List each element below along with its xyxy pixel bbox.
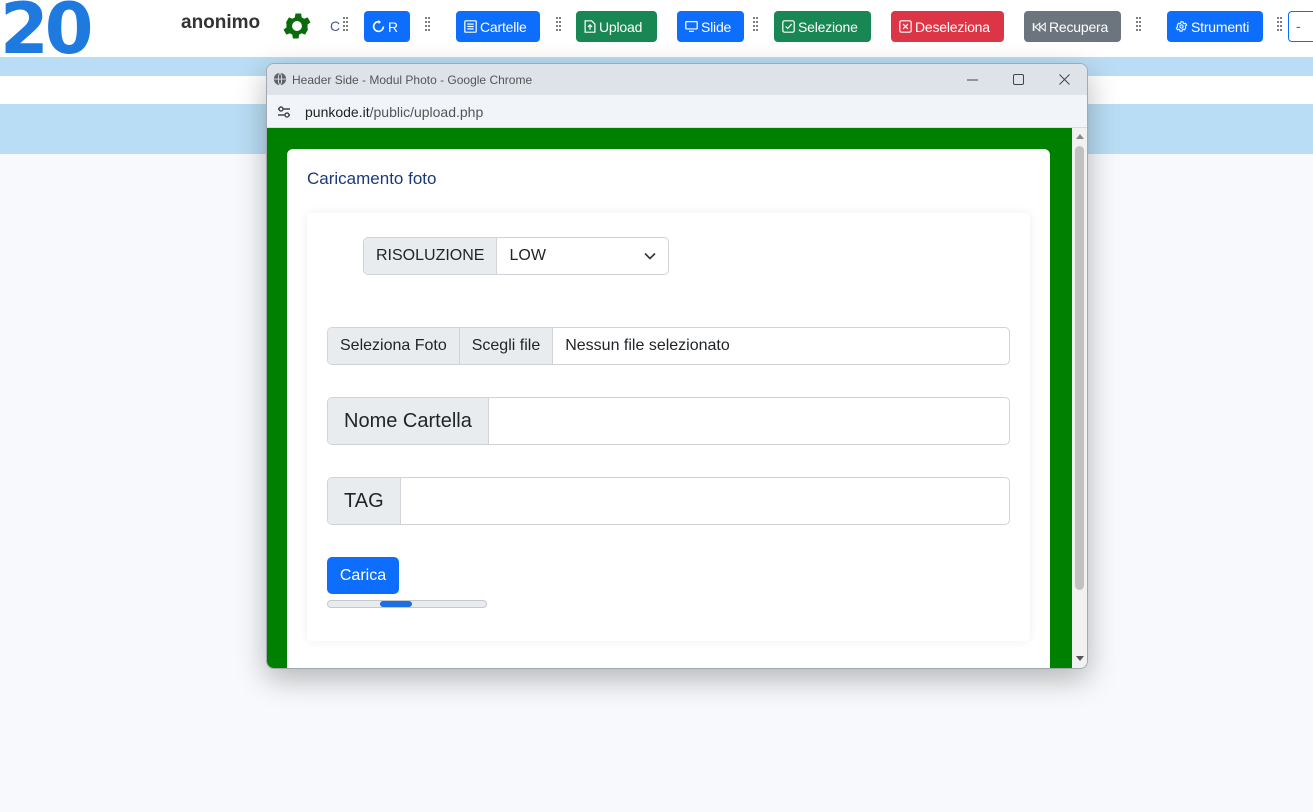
rewind-icon bbox=[1032, 21, 1046, 32]
window-title: Header Side - Modul Photo - Google Chrom… bbox=[292, 73, 533, 87]
deseleziona-button[interactable]: Deseleziona bbox=[891, 11, 1004, 42]
upload-card: Caricamento foto RISOLUZIONE LOW Selezio… bbox=[287, 149, 1050, 668]
drag-handle-icon[interactable] bbox=[1136, 17, 1142, 33]
folder-label: Nome Cartella bbox=[328, 398, 489, 444]
drag-handle-icon[interactable] bbox=[343, 17, 349, 33]
globe-icon bbox=[273, 72, 287, 86]
upload-form: RISOLUZIONE LOW Seleziona Foto Scegli fi… bbox=[307, 213, 1030, 641]
gear-icon[interactable] bbox=[280, 9, 314, 43]
drag-handle-icon[interactable] bbox=[425, 17, 431, 33]
file-upload-icon bbox=[584, 20, 596, 33]
strumenti-button[interactable]: Strumenti bbox=[1167, 11, 1263, 42]
check-square-icon bbox=[782, 20, 795, 33]
tag-label: TAG bbox=[328, 478, 401, 524]
choose-file-button[interactable]: Scegli file bbox=[459, 328, 554, 364]
folder-name-input[interactable] bbox=[489, 398, 1009, 444]
recupera-button[interactable]: Recupera bbox=[1024, 11, 1121, 42]
select-photo-label: Seleziona Foto bbox=[328, 328, 460, 364]
resolution-select[interactable]: LOW bbox=[497, 238, 668, 274]
strumenti-button-label: Strumenti bbox=[1191, 18, 1250, 35]
slide-button[interactable]: Slide bbox=[677, 11, 744, 42]
upload-button-label: Upload bbox=[599, 18, 643, 35]
folder-group: Nome Cartella bbox=[327, 397, 1010, 445]
site-logo: 20 bbox=[0, 0, 93, 70]
scroll-up-icon[interactable] bbox=[1076, 134, 1084, 139]
minus-button[interactable]: - bbox=[1288, 11, 1313, 42]
address-bar[interactable]: punkode.it/public/upload.php bbox=[267, 95, 1087, 128]
maximize-button[interactable] bbox=[995, 64, 1041, 95]
drag-handle-icon[interactable] bbox=[753, 17, 759, 33]
file-group: Seleziona Foto Scegli file Nessun file s… bbox=[327, 327, 1010, 365]
maximize-icon bbox=[1012, 74, 1024, 85]
top-toolbar: 20 anonimo C R Cartelle Upload Slide Sel… bbox=[0, 0, 1313, 64]
username-label: anonimo bbox=[181, 12, 261, 33]
close-icon bbox=[1058, 74, 1070, 85]
selezione-button-label: Selezione bbox=[798, 18, 858, 35]
refresh-button[interactable]: R bbox=[364, 11, 410, 42]
list-icon bbox=[464, 20, 477, 33]
url-text[interactable]: punkode.it/public/upload.php bbox=[305, 104, 483, 120]
drag-handle-icon[interactable] bbox=[1277, 17, 1283, 33]
chevron-down-icon bbox=[644, 252, 656, 260]
refresh-button-label: R bbox=[388, 18, 398, 35]
window-titlebar[interactable]: Header Side - Modul Photo - Google Chrom… bbox=[267, 64, 1087, 95]
site-settings-icon[interactable] bbox=[276, 104, 292, 120]
slide-button-label: Slide bbox=[701, 18, 732, 35]
page-viewport: Caricamento foto RISOLUZIONE LOW Selezio… bbox=[267, 128, 1072, 668]
resolution-group: RISOLUZIONE LOW bbox=[363, 237, 669, 275]
tag-input[interactable] bbox=[401, 478, 1009, 524]
upload-button[interactable]: Upload bbox=[576, 11, 657, 42]
scroll-down-icon[interactable] bbox=[1076, 656, 1084, 661]
x-square-icon bbox=[899, 20, 912, 33]
page-title: Caricamento foto bbox=[307, 169, 437, 188]
deseleziona-button-label: Deseleziona bbox=[915, 18, 990, 35]
resolution-label: RISOLUZIONE bbox=[364, 238, 498, 274]
tag-group: TAG bbox=[327, 477, 1010, 525]
url-host: punkode.it bbox=[305, 104, 370, 120]
cartelle-button[interactable]: Cartelle bbox=[456, 11, 540, 42]
popup-window: Header Side - Modul Photo - Google Chrom… bbox=[266, 63, 1088, 669]
selezione-button[interactable]: Selezione bbox=[774, 11, 871, 42]
resolution-value: LOW bbox=[509, 247, 546, 264]
vertical-scrollbar[interactable] bbox=[1072, 128, 1087, 668]
cartelle-button-label: Cartelle bbox=[480, 18, 527, 35]
monitor-icon bbox=[685, 21, 698, 32]
no-file-text: Nessun file selezionato bbox=[565, 337, 730, 354]
drag-handle-icon[interactable] bbox=[556, 17, 562, 33]
refresh-icon bbox=[372, 20, 385, 33]
carica-button[interactable]: Carica bbox=[327, 557, 399, 594]
scroll-thumb[interactable] bbox=[1075, 146, 1084, 590]
close-button[interactable] bbox=[1041, 64, 1087, 95]
recupera-button-label: Recupera bbox=[1049, 18, 1109, 35]
c-label: C bbox=[330, 18, 341, 34]
upload-progress-bar bbox=[327, 600, 487, 608]
upload-progress-fill bbox=[380, 601, 412, 607]
minimize-button[interactable] bbox=[949, 64, 995, 95]
url-path: /public/upload.php bbox=[369, 104, 484, 120]
gear-icon bbox=[1175, 21, 1188, 32]
minimize-icon bbox=[966, 79, 978, 81]
